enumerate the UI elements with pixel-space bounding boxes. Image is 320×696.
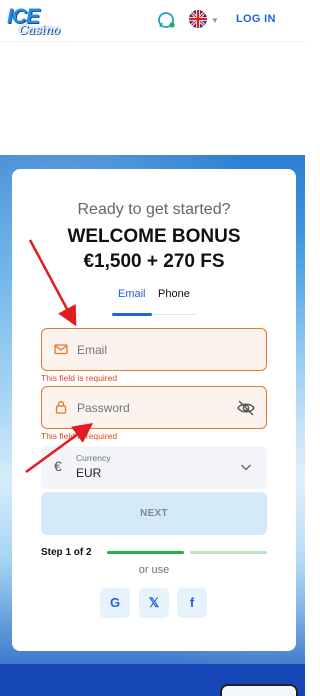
password-input[interactable] [77, 399, 227, 417]
currency-value: EUR [76, 466, 102, 480]
signup-method-tabs: Email Phone [112, 288, 196, 316]
password-error-text: This field is required [41, 431, 118, 441]
next-button[interactable]: NEXT [41, 492, 267, 535]
x-login-button[interactable]: 𝕏 [139, 588, 169, 618]
envelope-icon [54, 344, 68, 355]
euro-icon: € [54, 458, 62, 474]
card-tagline: Ready to get started? [77, 201, 231, 218]
support-chat-icon[interactable] [156, 10, 176, 30]
currency-select[interactable]: € Currency EUR [41, 446, 267, 489]
top-header: ICE Casino ▼ LOG IN [0, 0, 305, 42]
facebook-login-button[interactable]: f [177, 588, 207, 618]
password-field [41, 386, 267, 429]
email-error-text: This field is required [41, 373, 118, 383]
tab-phone[interactable]: Phone [158, 288, 190, 300]
chevron-down-icon: ▼ [211, 16, 219, 25]
google-icon: G [109, 595, 121, 610]
lock-icon [55, 401, 67, 414]
facebook-icon: f [189, 595, 195, 610]
language-selector[interactable]: ▼ [189, 10, 219, 30]
login-button[interactable]: LOG IN [236, 13, 276, 25]
step-indicator-label: Step 1 of 2 [41, 547, 92, 558]
tab-email[interactable]: Email [118, 288, 146, 300]
or-use-divider-text: or use [138, 564, 170, 576]
chevron-down-icon [241, 464, 251, 471]
step-1-progress [107, 551, 184, 554]
tab-divider [152, 314, 196, 315]
eye-off-icon[interactable] [236, 398, 256, 418]
logo-text-sub: Casino [19, 23, 61, 37]
phone-mockup-graphic [220, 684, 298, 696]
uk-flag-icon [189, 10, 207, 28]
ice-casino-logo[interactable]: ICE Casino [5, 5, 61, 39]
x-twitter-icon: 𝕏 [148, 595, 160, 610]
registration-card: Ready to get started? WELCOME BONUS €1,5… [12, 169, 296, 651]
email-field [41, 328, 267, 371]
bonus-amount: €1,500 + 270 FS [83, 251, 225, 272]
google-login-button[interactable]: G [100, 588, 130, 618]
step-2-progress [190, 551, 267, 554]
bonus-title: WELCOME BONUS [67, 226, 241, 247]
email-input[interactable] [77, 341, 227, 359]
currency-label: Currency [76, 453, 111, 463]
active-tab-indicator [112, 313, 152, 316]
